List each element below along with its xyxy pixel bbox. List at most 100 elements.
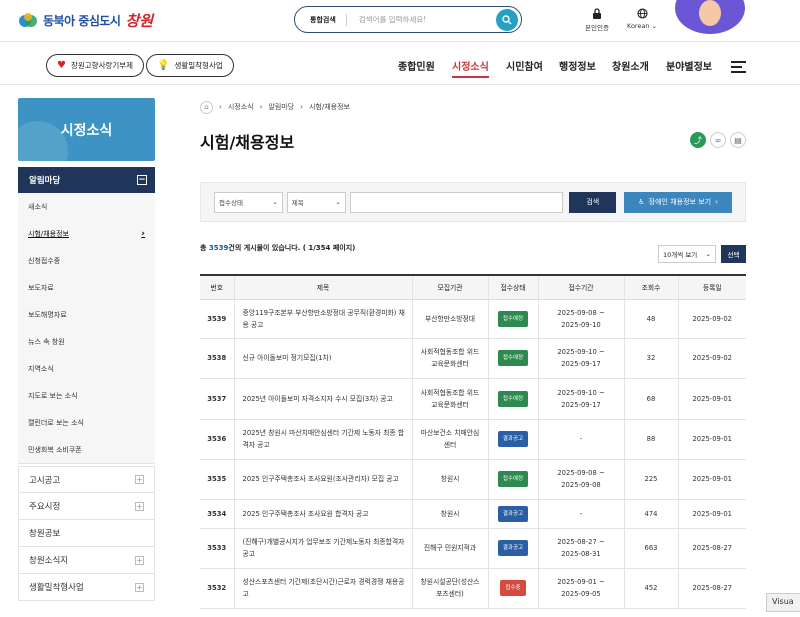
row-title-link[interactable]: 2025년 창원시 마산치매안심센터 기간제 노동자 최종 합격자 공고 [233, 419, 412, 460]
accessible-jobs-button[interactable]: ♿ 장애인 채용정보 보기 › [624, 191, 733, 213]
sidebar-group-notice[interactable]: 알림마당 − [18, 167, 155, 193]
status-select[interactable]: 접수상태 ⌄ [214, 191, 283, 213]
sidebar-item-current[interactable]: 시험/채용정보 › [18, 220, 155, 247]
language-label: Korean ⌄ [627, 22, 658, 30]
row-title-link[interactable]: 중앙119구조본부 부산항만소방정대 공무직(환경미화) 채용 공고 [233, 299, 412, 339]
keyword-input[interactable] [349, 191, 564, 213]
row-organization: 부산항만소방정대 [411, 299, 488, 339]
sidebar-item[interactable]: 지도로 보는 소식 [18, 382, 155, 409]
menu-admin-info[interactable]: 행정정보 [559, 58, 596, 73]
sidebar-item[interactable]: 뉴스 속 창원 [18, 328, 155, 355]
row-title-link[interactable]: 성산스포츠센터 기간제(초단시간)근로자 경력경쟁 채용공고 [233, 568, 412, 609]
share-icon[interactable]: ⤴ [690, 132, 706, 148]
bulb-icon: 💡 [157, 60, 170, 71]
search-input[interactable]: 검색어를 입력하세요! [359, 14, 496, 25]
row-status: 접수예정 [487, 378, 538, 420]
menu-about[interactable]: 창원소개 [612, 58, 649, 73]
filter-search-button[interactable]: 검색 [569, 191, 617, 213]
sidebar-heading: 시정소식 [18, 98, 155, 161]
field-select[interactable]: 제목 ⌄ [286, 191, 346, 213]
row-number: 3536 [200, 419, 234, 460]
sidebar-category[interactable]: 주요시정 + [18, 493, 155, 520]
sidebar-item[interactable]: 지역소식 [18, 355, 155, 382]
status-badge: 접수예정 [497, 350, 529, 366]
status-badge: 접수예정 [497, 390, 529, 407]
row-period: - [537, 419, 624, 460]
row-views: 474 [623, 499, 678, 529]
row-status: 접수예정 [487, 338, 538, 379]
sidebar-category[interactable]: 고시공고 + [18, 466, 155, 493]
sidebar-category[interactable]: 생활밀착형사업 + [18, 574, 155, 601]
logo-script: 창원 [125, 12, 154, 30]
chevron-right-icon: › [259, 103, 263, 111]
breadcrumb: ⌂ › 시정소식 › 알림마당 › 시험/채용정보 [200, 100, 746, 114]
row-date: 2025-08-27 [677, 528, 746, 569]
status-badge: 접수중 [500, 580, 526, 596]
sidebar-item[interactable]: 보도자료 [18, 274, 155, 301]
column-header: 등록일 [677, 274, 746, 300]
link-icon[interactable]: ∞ [710, 132, 726, 148]
site-logo[interactable]: 동북아 중심도시 창원 [18, 10, 153, 31]
auth-button[interactable]: 본인인증 [585, 8, 609, 32]
row-organization: 창원시설공단(성산스 포츠센터) [411, 568, 488, 609]
row-status: 결과공고 [487, 499, 538, 529]
collapse-icon: − [137, 174, 147, 185]
row-number: 3539 [200, 299, 234, 339]
sidebar-item[interactable]: 캘린더로 보는 소식 [18, 409, 155, 436]
row-views: 452 [623, 568, 678, 609]
status-badge: 결과공고 [497, 540, 529, 556]
row-date: 2025-09-02 [677, 338, 746, 379]
column-header: 조회수 [623, 274, 678, 300]
row-date: 2025-09-01 [677, 419, 746, 460]
row-organization: 사회적협동조합 위드 교육문화센터 [411, 338, 488, 379]
column-header: 모집기관 [411, 274, 488, 300]
chevron-down-icon: ⌄ [335, 198, 341, 206]
row-date: 2025-09-01 [677, 378, 746, 420]
search-box: 통합검색 검색어를 입력하세요! [294, 6, 522, 33]
living-project-button[interactable]: 💡 생활밀착형사업 [146, 54, 234, 77]
sidebar-category[interactable]: 창원소식지 + [18, 547, 155, 574]
menu-field-info[interactable]: 분야별정보 [666, 58, 712, 73]
sidebar-category[interactable]: 창원공보 [18, 520, 155, 547]
home-icon[interactable]: ⌂ [200, 100, 213, 114]
jobs-table: 번호 제목 모집기관 접수상태 접수기간 조회수 등록일 3539 중앙119구조본부 부산항… [200, 274, 746, 609]
menu-participation[interactable]: 시민참여 [506, 58, 543, 73]
table-row: 3536 2025년 창원시 마산치매안심센터 기간제 노동자 최종 합격자 공고… [200, 419, 746, 460]
row-organization: 창원시 [411, 499, 488, 529]
per-page-select[interactable]: 10개씩 보기 ⌄ [658, 245, 716, 263]
row-title-link[interactable]: 2025 인구주택총조사 조사요원 합격자 공고 [233, 499, 412, 529]
row-title-link[interactable]: 2025 인구주택총조사 조사요원(조사관리자) 모집 공고 [233, 459, 412, 500]
search-button[interactable] [496, 8, 518, 31]
result-count: 총 3539건의 게시물이 있습니다. ( 1/354 페이지) [200, 244, 356, 252]
hamburger-menu-icon[interactable] [731, 61, 746, 76]
sidebar-group-label: 알림마당 [29, 176, 61, 186]
sidebar-item[interactable]: 새소식 [18, 193, 155, 220]
gohyang-donation-button[interactable]: ♥ 창원고향사랑기부제 [46, 54, 145, 77]
row-views: 68 [623, 378, 678, 420]
chevron-right-icon: › [715, 198, 718, 206]
row-organization: 창원시 [411, 459, 488, 500]
breadcrumb-item[interactable]: 시험/채용정보 [309, 102, 350, 112]
sidebar-item[interactable]: 민생회복 소비쿠폰 [18, 436, 155, 463]
menu-civil[interactable]: 종합민원 [398, 58, 435, 73]
search-filter: 접수상태 ⌄ 제목 ⌄ 검색 ♿ 장애인 채용정보 보기 › [200, 182, 746, 222]
breadcrumb-item[interactable]: 시정소식 [228, 102, 254, 112]
row-number: 3535 [200, 459, 234, 500]
language-button[interactable]: Korean ⌄ [627, 8, 657, 30]
menu-city-news[interactable]: 시정소식 [452, 58, 489, 78]
row-title-link[interactable]: 2025년 아이돌보미 자격소지자 수시 모집(3차) 공고 [233, 378, 412, 420]
row-title-link[interactable]: 신규 아이돌보미 정기모집(1차) [233, 338, 412, 379]
sidebar-item[interactable]: 보도해명자료 [18, 301, 155, 328]
print-icon[interactable]: ▤ [730, 132, 746, 148]
row-organization: 사회적협동조합 위드 교육문화센터 [411, 378, 488, 420]
row-period: - [537, 499, 624, 529]
row-status: 접수중 [487, 568, 538, 609]
per-page-apply-button[interactable]: 선택 [721, 245, 746, 263]
breadcrumb-item[interactable]: 알림마당 [268, 102, 294, 112]
page-tools: ⤴ ∞ ▤ [690, 132, 746, 148]
auth-label: 본인인증 [585, 24, 609, 32]
row-period: 2025-09-08 ~ 2025-09-08 [537, 459, 624, 500]
row-title-link[interactable]: (진해구)개별공시지가 업무보조 기간제노동자 최종합격자 공고 [233, 528, 412, 569]
sidebar-item[interactable]: 신청접수중 [18, 247, 155, 274]
overlay-tab[interactable]: Visua [766, 593, 800, 612]
